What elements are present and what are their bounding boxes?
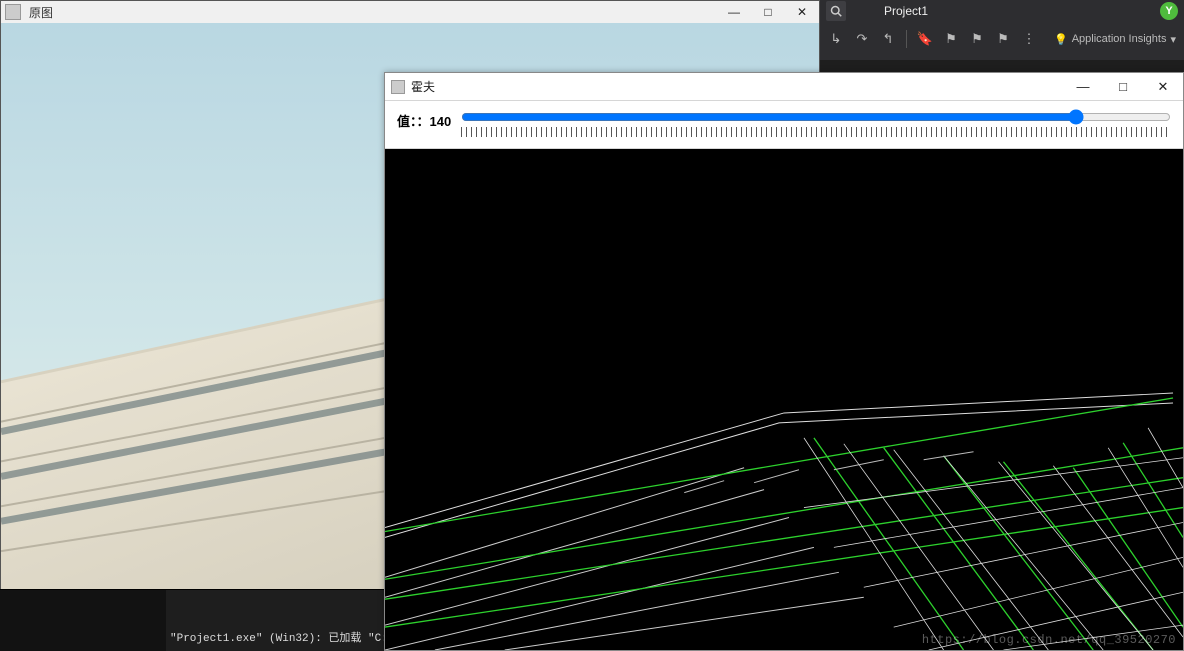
- flag-icon[interactable]: ⚑: [943, 31, 959, 47]
- console-gutter: [0, 590, 166, 651]
- slider-ticks: [461, 127, 1171, 137]
- hough-titlebar[interactable]: 霍夫 — □ ✕: [385, 73, 1183, 101]
- vs-title-row[interactable]: Project1 Y: [820, 0, 1184, 22]
- hough-window-title: 霍夫: [411, 78, 435, 95]
- slider-label: 值：：140: [397, 111, 451, 130]
- original-titlebar[interactable]: 原图 — □ ✕: [1, 1, 819, 23]
- maximize-button[interactable]: □: [1103, 73, 1143, 101]
- edge-detection-render: [385, 149, 1183, 650]
- minimize-button[interactable]: —: [1063, 73, 1103, 101]
- close-button[interactable]: ✕: [1143, 73, 1183, 101]
- more-icon[interactable]: ⋮: [1021, 31, 1037, 47]
- step-over-icon[interactable]: ↷: [854, 31, 870, 47]
- separator: [906, 30, 907, 48]
- bookmark-icon[interactable]: 🔖: [917, 31, 933, 47]
- user-avatar[interactable]: Y: [1160, 2, 1178, 20]
- original-window-title: 原图: [29, 4, 53, 21]
- application-insights-dropdown[interactable]: 💡 Application Insights ▾: [1054, 33, 1176, 46]
- search-icon[interactable]: [826, 1, 846, 21]
- project-name: Project1: [884, 4, 928, 18]
- minimize-button[interactable]: —: [717, 1, 751, 23]
- flag-icon[interactable]: ⚑: [969, 31, 985, 47]
- hough-output-viewport: [385, 149, 1183, 650]
- flag-icon[interactable]: ⚑: [995, 31, 1011, 47]
- threshold-slider-row: 值：：140: [385, 101, 1183, 149]
- maximize-button[interactable]: □: [751, 1, 785, 23]
- app-icon: [391, 80, 405, 94]
- window-hough: 霍夫 — □ ✕ 值：：140: [384, 72, 1184, 651]
- application-insights-label: Application Insights: [1072, 33, 1167, 45]
- vs-titlebar-area: Project1 Y ↳ ↷ ↰ 🔖 ⚑ ⚑ ⚑ ⋮ 💡 Application…: [820, 0, 1184, 60]
- chevron-down-icon: ▾: [1170, 33, 1176, 46]
- vs-toolbar: ↳ ↷ ↰ 🔖 ⚑ ⚑ ⚑ ⋮ 💡 Application Insights ▾: [820, 24, 1184, 54]
- threshold-slider[interactable]: [461, 107, 1171, 127]
- app-icon: [5, 4, 21, 20]
- step-out-icon[interactable]: ↰: [880, 31, 896, 47]
- lightbulb-icon: 💡: [1054, 33, 1068, 46]
- step-into-icon[interactable]: ↳: [828, 31, 844, 47]
- close-button[interactable]: ✕: [785, 1, 819, 23]
